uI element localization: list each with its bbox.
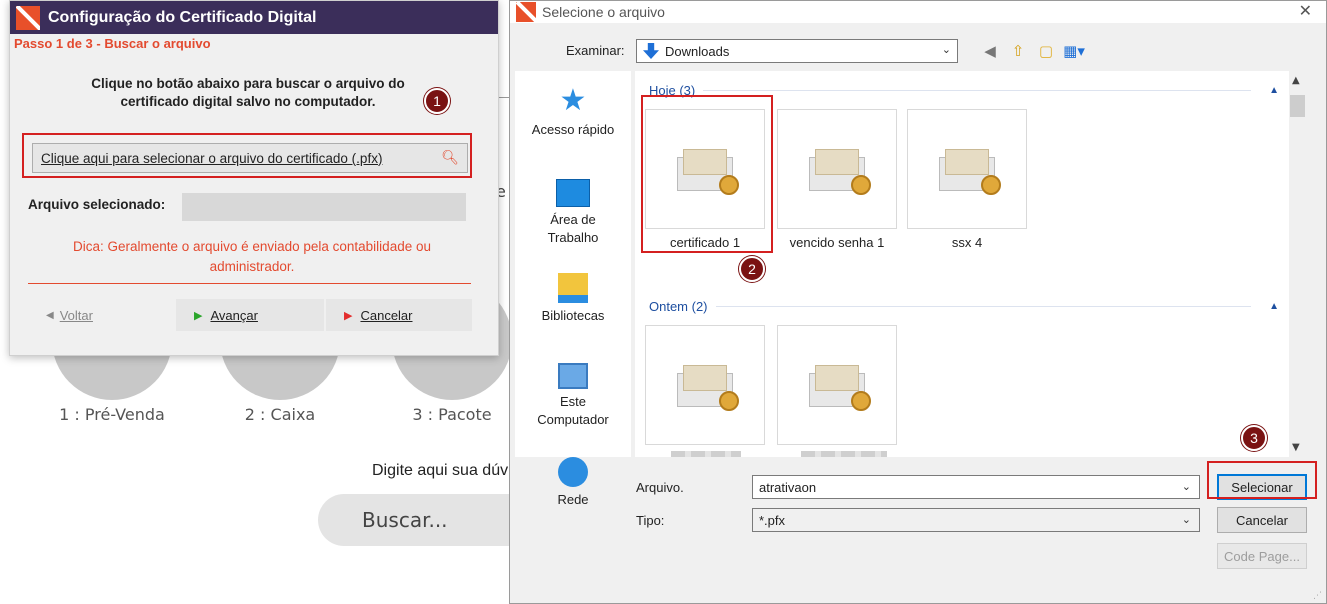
collapse-caret-icon[interactable]: ▲ (1269, 85, 1279, 96)
callout-2: 2 (739, 256, 765, 282)
back-label: Voltar (59, 307, 93, 323)
cancel-wizard-button[interactable]: ▶ Cancelar (326, 299, 472, 331)
group-title: Ontem (2) (649, 299, 708, 314)
place-label: Acesso rápido (531, 122, 615, 137)
scroll-up-icon[interactable]: ▲ (1292, 75, 1300, 86)
filename-input[interactable]: atrativaon ⌄ (752, 475, 1200, 499)
place-quick-access[interactable]: ★ Acesso rápido (515, 85, 631, 139)
certificate-window-title: Configuração do Certificado Digital (48, 8, 317, 26)
pacote-label: 3 : Pacote (412, 405, 492, 424)
place-label: Este Computador (537, 394, 609, 427)
group-divider (715, 306, 1252, 307)
view-menu-icon[interactable]: ▦▾ (1063, 41, 1085, 61)
computer-icon (558, 363, 588, 389)
place-this-pc[interactable]: Este Computador (515, 363, 631, 429)
tip-text: Dica: Geralmente o arquivo é enviado pel… (73, 239, 431, 274)
filename-label: Arquivo. (636, 480, 684, 495)
dialog-titlebar: Selecione o arquivo ✕ (510, 1, 1326, 23)
app-logo-icon (16, 5, 40, 30)
file-name: vencido senha 1 (789, 235, 885, 250)
look-in-label: Examinar: (566, 43, 625, 58)
callout-3: 3 (1241, 425, 1267, 451)
collapse-caret-icon[interactable]: ▲ (1269, 301, 1279, 312)
file-list-scrollbar[interactable]: ▲ ▼ (1289, 71, 1306, 457)
callout-1: 1 (424, 88, 450, 114)
chevron-down-icon: ⌄ (941, 44, 951, 56)
wizard-nav: ◀ Voltar ▶ Avançar ▶ Cancelar (28, 299, 472, 331)
file-tile[interactable] (907, 109, 1027, 229)
filetype-select[interactable]: *.pfx ⌄ (752, 508, 1200, 532)
filetype-value: *.pfx (759, 512, 786, 528)
close-icon[interactable]: ✕ (1299, 1, 1312, 21)
filetype-label: Tipo: (636, 513, 665, 528)
certificate-file-icon (809, 365, 871, 411)
triangle-right-icon: ▶ (344, 309, 353, 322)
group-divider (703, 90, 1252, 91)
place-label: Bibliotecas (541, 308, 605, 323)
place-label: Rede (557, 492, 589, 507)
caixa-label: 2 : Caixa (244, 405, 316, 424)
triangle-left-icon: ◀ (46, 309, 54, 321)
file-tile[interactable] (777, 109, 897, 229)
new-folder-icon[interactable]: ▢ (1036, 41, 1056, 61)
certificate-file-icon (939, 149, 1001, 195)
triangle-right-icon: ▶ (194, 309, 203, 322)
cancel-button[interactable]: Cancelar (1217, 507, 1307, 533)
resize-grip-icon[interactable]: ⋰ (1313, 591, 1322, 601)
instruction-text: Clique no botão abaixo para buscar o arq… (91, 76, 405, 109)
next-label: Avançar (210, 307, 258, 323)
up-folder-icon[interactable]: ⇧ (1008, 41, 1028, 61)
place-libraries[interactable]: Bibliotecas (515, 273, 631, 325)
selected-file-field (182, 193, 466, 221)
look-in-combo[interactable]: Downloads ⌄ (636, 39, 958, 63)
redacted-file-name (671, 451, 741, 457)
libraries-icon (558, 273, 588, 303)
file-tile[interactable] (645, 325, 765, 445)
code-page-button: Code Page... (1217, 543, 1307, 569)
dialog-title: Selecione o arquivo (542, 4, 665, 20)
file-open-dialog: Selecione o arquivo ✕ Examinar: Download… (509, 0, 1327, 604)
help-question-label: Digite aqui sua dúv (372, 462, 509, 479)
back-button[interactable]: ◀ Voltar (28, 299, 176, 331)
desktop-icon (556, 179, 590, 207)
file-name: ssx 4 (951, 235, 983, 250)
filename-value: atrativaon (759, 479, 817, 495)
app-logo-icon (516, 2, 536, 22)
place-label: Área de Trabalho (547, 212, 599, 245)
dialog-toolbar: ◀︎ ⇧ ▢ ▦▾ (980, 41, 1085, 61)
download-arrow-icon (643, 43, 659, 59)
cancel-label: Cancelar (360, 307, 413, 323)
chevron-down-icon: ⌄ (1181, 514, 1191, 526)
highlight-box-select-certificate (22, 133, 472, 178)
star-icon: ★ (559, 84, 587, 117)
step-indicator: Passo 1 de 3 - Buscar o arquivo (14, 36, 211, 51)
file-tile[interactable] (777, 325, 897, 445)
next-button[interactable]: ▶ Avançar (176, 299, 324, 331)
place-desktop[interactable]: Área de Trabalho (515, 179, 631, 247)
place-network[interactable]: Rede (515, 457, 631, 509)
chevron-down-icon[interactable]: ⌄ (1182, 480, 1191, 493)
highlight-box-select-button (1207, 461, 1317, 499)
redacted-file-name (801, 451, 887, 457)
group-header-yesterday[interactable]: Ontem (2) ▲ (649, 299, 1279, 314)
back-arrow-icon[interactable]: ◀︎ (980, 41, 1000, 61)
pre-venda-label: 1 : Pré-Venda (59, 405, 165, 424)
globe-icon (558, 457, 588, 487)
highlight-box-certificate-file (641, 95, 773, 253)
certificate-window-titlebar: Configuração do Certificado Digital (10, 1, 498, 34)
certificate-config-window: Configuração do Certificado Digital Pass… (9, 0, 499, 356)
selected-file-label: Arquivo selecionado: (28, 197, 166, 212)
places-pane: ★ Acesso rápido Área de Trabalho Bibliot… (515, 71, 631, 507)
tip-divider (28, 283, 471, 284)
scroll-down-icon[interactable]: ▼ (1292, 442, 1300, 453)
certificate-file-icon (677, 365, 739, 411)
certificate-file-icon (809, 149, 871, 195)
look-in-value: Downloads (665, 43, 730, 59)
scroll-thumb[interactable] (1290, 95, 1305, 117)
